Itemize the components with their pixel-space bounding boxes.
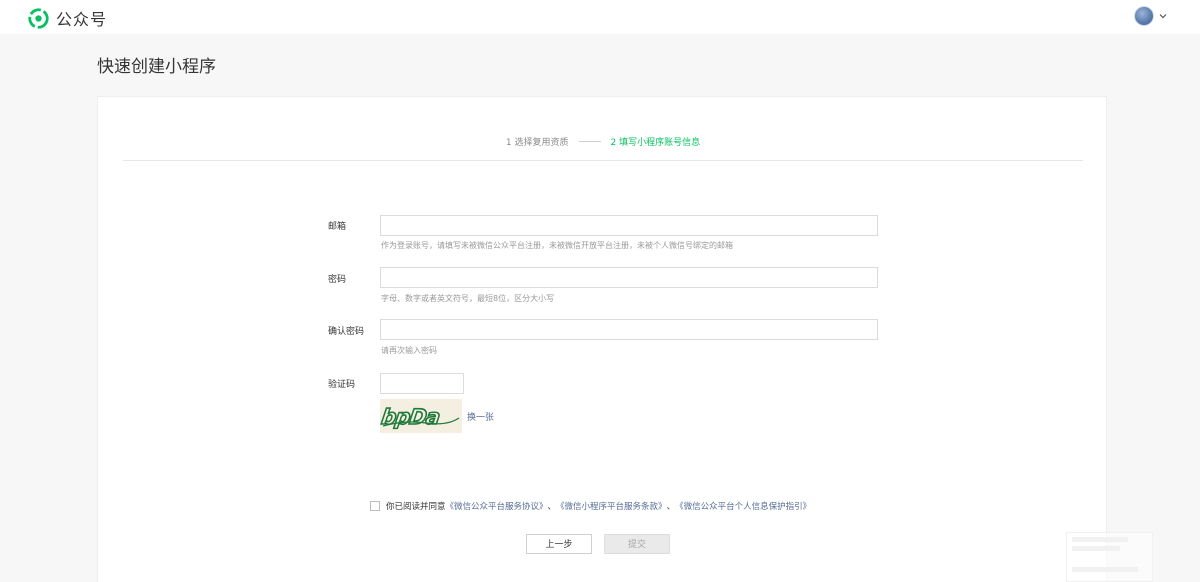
chevron-down-icon[interactable] — [1158, 11, 1168, 21]
agreement-link-miniprogram[interactable]: 《微信小程序平台服务条款》 — [556, 500, 667, 512]
step-connector — [578, 141, 601, 142]
agreement-row: 你已阅读并同意 《微信公众平台服务协议》 、 《微信小程序平台服务条款》 、 《… — [370, 500, 811, 512]
step-1-label: 1 选择复用资质 — [505, 138, 569, 148]
page-title: 快速创建小程序 — [97, 57, 216, 77]
logo[interactable]: 公众号 — [28, 6, 107, 30]
agreement-prefix: 你已阅读并同意 — [386, 502, 446, 512]
password-label: 密码 — [328, 275, 347, 285]
email-hint: 作为登录账号，请填写未被微信公众平台注册，未被微信开放平台注册，未被个人微信号绑… — [381, 241, 733, 250]
agreement-link-privacy[interactable]: 《微信公众平台个人信息保护指引》 — [675, 500, 811, 512]
password-hint: 字母、数字或者英文符号，最短8位，区分大小写 — [381, 294, 555, 303]
confirm-password-field[interactable] — [380, 319, 878, 340]
captcha-refresh-link[interactable]: 换一张 — [467, 410, 494, 423]
agreement-link-service[interactable]: 《微信公众平台服务协议》 — [446, 500, 548, 512]
captcha-text: bpDa — [380, 404, 441, 429]
agreement-separator: 、 — [547, 502, 557, 512]
email-label: 邮箱 — [328, 222, 347, 232]
account-menu[interactable] — [1134, 6, 1168, 26]
wechat-official-account-logo-icon — [28, 7, 49, 29]
confirm-password-label: 确认密码 — [328, 327, 365, 337]
faded-overlay-panel — [1066, 532, 1153, 582]
top-bar: 公众号 — [0, 0, 1200, 34]
email-field[interactable] — [380, 215, 878, 236]
prev-step-button[interactable]: 上一步 — [526, 534, 592, 554]
captcha-label: 验证码 — [328, 380, 356, 390]
confirm-password-hint: 请再次输入密码 — [381, 346, 437, 355]
divider — [123, 160, 1083, 161]
password-field[interactable] — [380, 267, 878, 288]
placeholder-line — [1072, 567, 1138, 572]
placeholder-line — [1072, 546, 1120, 551]
logo-text: 公众号 — [56, 10, 108, 29]
placeholder-line — [1072, 537, 1128, 542]
agreement-checkbox[interactable] — [370, 501, 380, 511]
captcha-input[interactable] — [380, 373, 464, 394]
step-indicator: 1 选择复用资质 2 填写小程序账号信息 — [98, 135, 1108, 148]
submit-button[interactable]: 提交 — [604, 534, 670, 554]
form-card: 1 选择复用资质 2 填写小程序账号信息 邮箱 作为登录账号，请填写未被微信公众平… — [97, 96, 1107, 582]
captcha-image[interactable]: bpDa — [379, 399, 462, 433]
step-2-label: 2 填写小程序账号信息 — [610, 138, 701, 148]
avatar[interactable] — [1134, 6, 1154, 26]
agreement-separator: 、 — [666, 502, 676, 512]
